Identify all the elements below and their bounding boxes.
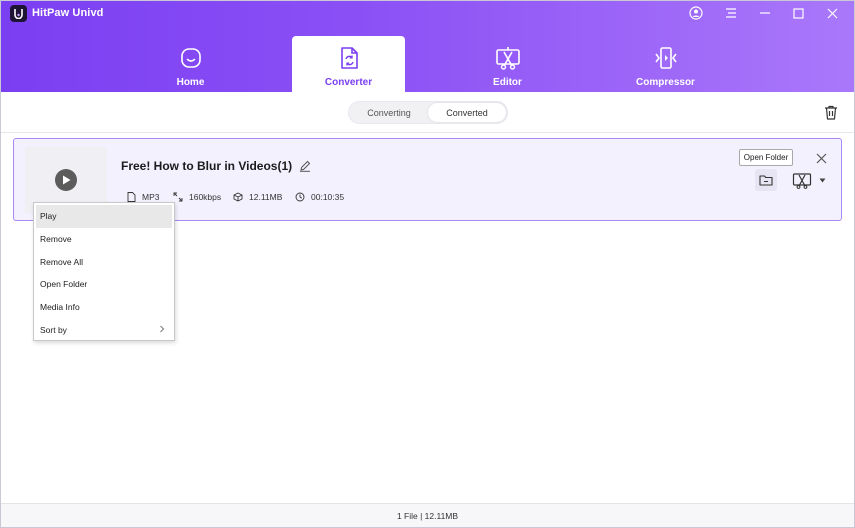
format-meta: MP3 xyxy=(126,192,159,202)
converter-icon xyxy=(338,46,360,70)
video-editor-icon xyxy=(792,171,812,189)
remove-item-icon[interactable] xyxy=(814,151,828,165)
menu-item-remove-all[interactable]: Remove All xyxy=(36,250,172,273)
app-title: HitPaw Univd xyxy=(32,7,104,19)
size-meta: 12.11MB xyxy=(233,192,282,202)
chevron-down-icon[interactable] xyxy=(817,175,827,185)
menu-icon[interactable] xyxy=(722,4,740,22)
tab-converting[interactable]: Converting xyxy=(350,103,428,122)
rename-icon[interactable] xyxy=(299,159,311,172)
tab-converted[interactable]: Converted xyxy=(428,103,506,122)
account-icon[interactable] xyxy=(687,4,705,22)
menu-item-media-info[interactable]: Media Info xyxy=(36,296,172,319)
context-menu: Play Remove Remove All Open Folder Media… xyxy=(33,202,175,341)
delete-all-icon[interactable] xyxy=(822,103,840,121)
app-logo-icon xyxy=(10,5,27,22)
duration-meta: 00:10:35 xyxy=(295,192,344,202)
menu-item-label: Remove All xyxy=(40,256,83,267)
maximize-icon[interactable] xyxy=(789,4,807,22)
menu-item-sort-by[interactable]: Sort by xyxy=(36,318,172,341)
home-icon xyxy=(180,46,202,70)
menu-item-open-folder[interactable]: Open Folder xyxy=(36,273,172,296)
file-title: Free! How to Blur in Videos(1) xyxy=(121,159,293,173)
box-icon xyxy=(233,192,243,202)
file-format: MP3 xyxy=(142,192,160,202)
resize-icon xyxy=(173,192,183,202)
tab-home[interactable]: Home xyxy=(134,36,247,92)
menu-item-label: Play xyxy=(40,211,57,222)
compressor-icon xyxy=(654,46,678,70)
file-bitrate: 160kbps xyxy=(189,192,222,202)
tab-compressor[interactable]: Compressor xyxy=(609,36,722,92)
editor-icon xyxy=(495,46,521,70)
menu-item-label: Sort by xyxy=(40,324,67,335)
divider xyxy=(1,132,854,133)
file-icon xyxy=(126,192,136,202)
close-window-icon[interactable] xyxy=(823,4,841,22)
bitrate-meta: 160kbps xyxy=(173,192,221,202)
menu-item-remove[interactable]: Remove xyxy=(36,228,172,251)
header-bar: HitPaw Univd Home Converter Editor Compr… xyxy=(1,1,854,92)
menu-item-label: Media Info xyxy=(40,302,80,313)
menu-item-label: Remove xyxy=(40,234,72,245)
play-icon[interactable] xyxy=(55,169,77,191)
minimize-icon[interactable] xyxy=(756,4,774,22)
tab-converter[interactable]: Converter xyxy=(292,36,405,92)
tab-home-label: Home xyxy=(176,77,205,88)
chevron-right-icon xyxy=(158,325,166,333)
open-folder-tooltip: Open Folder xyxy=(739,149,793,166)
converted-segment-control: Converting Converted xyxy=(348,101,508,124)
status-bar: 1 File | 12.11MB xyxy=(1,503,854,527)
menu-item-play[interactable]: Play xyxy=(36,205,172,228)
file-duration: 00:10:35 xyxy=(311,192,345,202)
file-size: 12.11MB xyxy=(249,192,283,202)
clock-icon xyxy=(295,192,305,202)
tab-compressor-label: Compressor xyxy=(636,77,695,88)
tab-converter-label: Converter xyxy=(324,77,373,88)
tab-editor[interactable]: Editor xyxy=(451,36,564,92)
open-folder-button[interactable] xyxy=(755,169,777,191)
file-summary: 1 File | 12.11MB xyxy=(396,510,459,521)
folder-icon xyxy=(759,174,773,186)
app-window: HitPaw Univd Home Converter Editor Compr… xyxy=(0,0,855,528)
edit-file-button[interactable] xyxy=(791,169,813,191)
menu-item-label: Open Folder xyxy=(40,279,88,290)
tab-editor-label: Editor xyxy=(493,77,522,88)
